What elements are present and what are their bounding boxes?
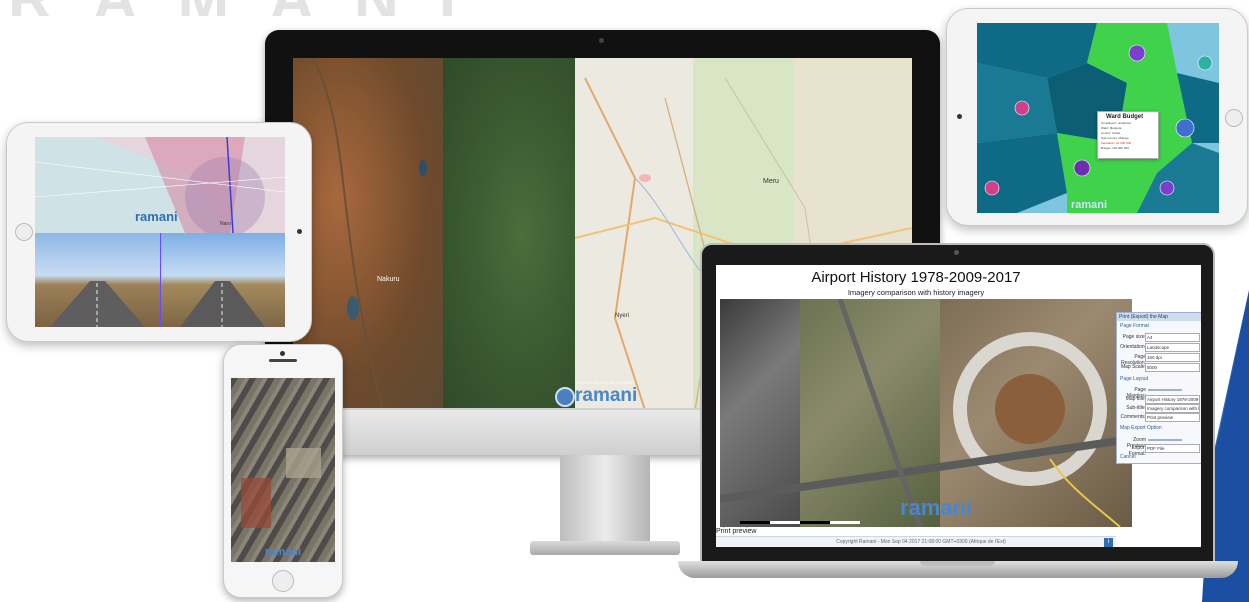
home-button[interactable] [272, 570, 294, 592]
tablet-left-ramani-logo: ramani [135, 209, 178, 224]
cancel-button[interactable]: Cancel [1120, 454, 1136, 460]
place-label-meru: Meru [763, 178, 779, 185]
popup-line: Budget: 140 000 000 [1101, 146, 1129, 150]
resolution-select[interactable]: 150 dpi [1145, 353, 1200, 362]
zoom-slider[interactable] [1148, 439, 1182, 441]
laptop-ramani-logo: ramani [900, 495, 973, 520]
orientation-select[interactable]: Landscape [1145, 343, 1200, 352]
print-dialog[interactable]: Print (Export) the Map Page Format Page … [1116, 312, 1201, 464]
section-page-layout: Page Layout [1120, 376, 1149, 382]
phone-screen[interactable]: ramani [231, 378, 335, 562]
comments-label: Comments: [1120, 414, 1146, 420]
sub-title-input[interactable]: Imagery comparison with history imagery [1145, 404, 1200, 413]
phone-ramani-logo: ramani [265, 546, 302, 558]
tablet-right-screen: Ward Budget Constituent: undefined Ward:… [977, 23, 1219, 213]
map-title-label: Map title: [1125, 396, 1146, 402]
header-logo-text: RAMANI [8, 0, 496, 16]
laptop-screen: Airport History 1978-2009-2017 Imagery c… [716, 265, 1201, 547]
scale-select[interactable]: 5000 [1145, 363, 1200, 372]
page-size-label: Page size: [1122, 334, 1146, 340]
ward-popup[interactable]: Ward Budget Constituent: undefined Ward:… [1097, 111, 1159, 159]
ramani-logo-icon [555, 387, 575, 407]
dialog-title: Print (Export) the Map [1117, 313, 1201, 321]
place-label-nyeri: Nyeri [615, 313, 630, 319]
monitor-ramani-logo: POSTAL AFRICA ON THE MAP ramani [555, 380, 665, 408]
header-logo: RAMANI [0, 0, 560, 16]
section-export: Map Export Option [1120, 425, 1162, 431]
place-label-nakuru: Nakuru [377, 276, 400, 283]
home-button[interactable] [1225, 109, 1243, 127]
section-page-format: Page Format [1120, 323, 1149, 329]
terminal-shape [720, 299, 1132, 527]
ramani-wordmark: ramani [575, 385, 638, 406]
map-title: Airport History 1978-2009-2017 [811, 269, 1021, 286]
info-button[interactable]: i [1104, 538, 1113, 547]
map-subtitle: Imagery comparison with history imagery [847, 288, 985, 297]
comments-input[interactable]: Print preview [1145, 413, 1200, 422]
export-format-select[interactable]: PDF File [1145, 444, 1200, 453]
tablet-right: Ward Budget Constituent: undefined Ward:… [946, 8, 1248, 226]
airport-imagery[interactable]: ramani [720, 299, 1132, 527]
street-view-left[interactable] [35, 233, 160, 327]
page-size-select[interactable]: A4 [1145, 333, 1200, 342]
tablet-right-ramani-logo: ramani [1071, 199, 1108, 211]
copyright-text: Copyright Ramani - Mon Sep 04 2017 21:08… [836, 539, 1006, 545]
sub-title-label: Sub-title: [1126, 405, 1146, 411]
ward-popup-title: Ward Budget [1106, 114, 1144, 120]
margins-slider[interactable] [1148, 389, 1182, 391]
phone: ramani [223, 344, 343, 598]
laptop: Airport History 1978-2009-2017 Imagery c… [678, 243, 1238, 578]
orientation-label: Orientation: [1120, 344, 1146, 350]
place-label: Naro [220, 221, 231, 227]
bottom-bar: Copyright Ramani - Mon Sep 04 2017 21:08… [716, 536, 1116, 547]
scale-bar [740, 521, 860, 524]
tablet-left: ramani Naro [6, 122, 312, 342]
print-preview-label: Print preview [716, 528, 757, 535]
tablet-left-screen: ramani Naro [35, 137, 285, 327]
monitor-stand [530, 455, 680, 555]
street-view-right[interactable] [160, 233, 285, 327]
map-title-input[interactable]: Airport History 1978-2009-2017 [1145, 395, 1200, 404]
map-view[interactable]: ramani Naro [35, 137, 285, 233]
scale-label: Map Scale: [1120, 364, 1146, 370]
home-button[interactable] [15, 223, 33, 241]
